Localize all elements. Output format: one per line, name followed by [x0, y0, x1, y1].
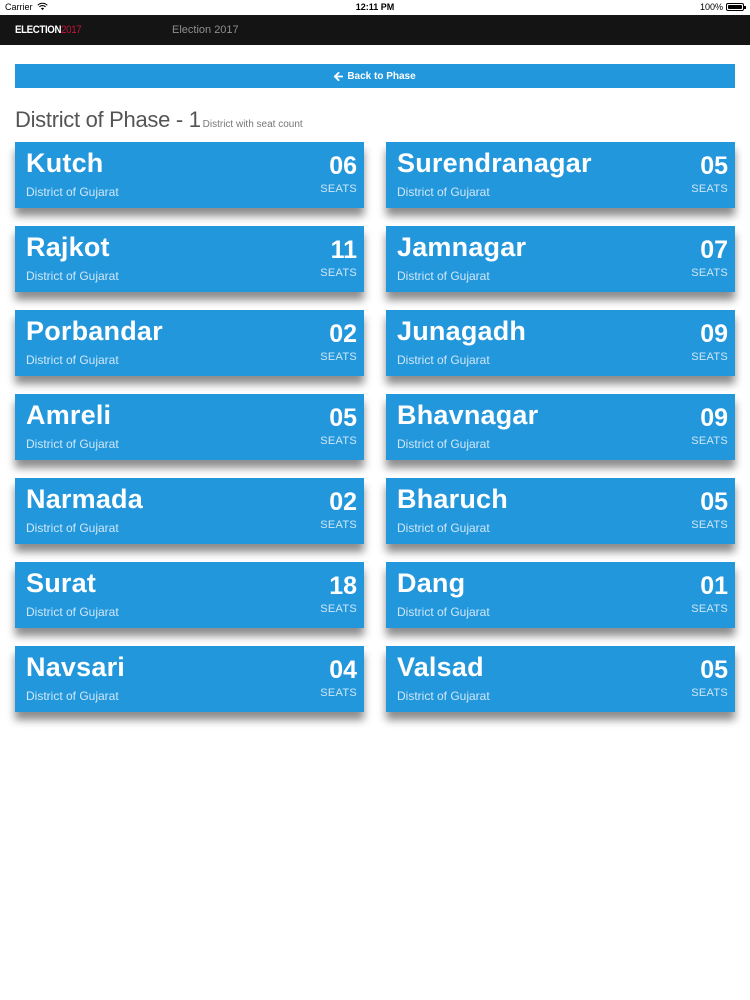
district-name: Rajkot	[26, 232, 110, 262]
district-card[interactable]: Navsari District of Gujarat 04 SEATS	[15, 646, 364, 712]
district-subtitle: District of Gujarat	[397, 689, 490, 703]
seat-unit: SEATS	[691, 183, 728, 195]
seat-unit: SEATS	[320, 267, 357, 279]
brand-year: 2017	[61, 24, 82, 36]
brand-logo[interactable]: ELECTION2017	[15, 24, 82, 36]
seat-count: 09	[700, 320, 728, 348]
status-bar: Carrier 12:11 PM 100%	[0, 0, 750, 15]
seat-unit: SEATS	[320, 603, 357, 615]
district-subtitle: District of Gujarat	[26, 185, 119, 199]
district-card[interactable]: Porbandar District of Gujarat 02 SEATS	[15, 310, 364, 376]
seat-unit: SEATS	[691, 267, 728, 279]
district-card[interactable]: Amreli District of Gujarat 05 SEATS	[15, 394, 364, 460]
seat-count: 11	[330, 236, 357, 264]
arrow-left-icon	[334, 71, 344, 81]
district-name: Jamnagar	[397, 232, 527, 262]
seat-count: 05	[700, 152, 728, 180]
district-name: Amreli	[26, 400, 112, 430]
seat-count: 05	[329, 404, 357, 432]
seat-unit: SEATS	[320, 435, 357, 447]
status-time: 12:11 PM	[355, 2, 395, 12]
district-card[interactable]: Jamnagar District of Gujarat 07 SEATS	[386, 226, 735, 292]
seat-count: 02	[329, 488, 357, 516]
battery-icon	[726, 3, 746, 11]
seat-count: 01	[700, 572, 728, 600]
district-name: Surendranagar	[397, 148, 592, 178]
district-card[interactable]: Bhavnagar District of Gujarat 09 SEATS	[386, 394, 735, 460]
district-subtitle: District of Gujarat	[26, 689, 119, 703]
back-to-phase-button[interactable]: Back to Phase	[15, 64, 735, 88]
brand-prefix: ELECTION	[15, 24, 62, 36]
seat-unit: SEATS	[691, 435, 728, 447]
seat-unit: SEATS	[691, 519, 728, 531]
district-subtitle: District of Gujarat	[397, 185, 490, 199]
district-subtitle: District of Gujarat	[397, 605, 490, 619]
district-name: Bharuch	[397, 484, 508, 514]
seat-count: 05	[700, 656, 728, 684]
battery-indicator: 100%	[699, 2, 746, 12]
district-name: Navsari	[26, 652, 125, 682]
seat-count: 04	[329, 656, 357, 684]
district-subtitle: District of Gujarat	[397, 269, 490, 283]
seat-count: 07	[700, 236, 728, 264]
district-subtitle: District of Gujarat	[26, 353, 119, 367]
district-card[interactable]: Kutch District of Gujarat 06 SEATS	[15, 142, 364, 208]
district-card[interactable]: Dang District of Gujarat 01 SEATS	[386, 562, 735, 628]
seat-unit: SEATS	[320, 687, 357, 699]
district-subtitle: District of Gujarat	[26, 605, 119, 619]
page-subtitle: District with seat count	[202, 119, 303, 130]
seat-unit: SEATS	[691, 603, 728, 615]
navbar: ELECTION2017 Election 2017	[0, 15, 750, 45]
seat-unit: SEATS	[691, 687, 728, 699]
district-grid: Kutch District of Gujarat 06 SEATS Suren…	[15, 142, 735, 712]
district-name: Valsad	[397, 652, 484, 682]
district-subtitle: District of Gujarat	[26, 269, 119, 283]
district-name: Surat	[26, 568, 97, 598]
seat-count: 18	[329, 572, 357, 600]
seat-unit: SEATS	[691, 351, 728, 363]
battery-percent: 100%	[699, 2, 723, 12]
district-card[interactable]: Junagadh District of Gujarat 09 SEATS	[386, 310, 735, 376]
back-button-label: Back to Phase	[347, 70, 416, 82]
district-subtitle: District of Gujarat	[26, 437, 119, 451]
district-card[interactable]: Surat District of Gujarat 18 SEATS	[15, 562, 364, 628]
district-card[interactable]: Rajkot District of Gujarat 11 SEATS	[15, 226, 364, 292]
district-name: Dang	[397, 568, 466, 598]
page-title-text: District of Phase - 1	[15, 107, 201, 132]
district-name: Junagadh	[397, 316, 527, 346]
seat-count: 09	[700, 404, 728, 432]
district-name: Narmada	[26, 484, 143, 514]
district-subtitle: District of Gujarat	[397, 353, 490, 367]
seat-count: 05	[700, 488, 728, 516]
seat-count: 06	[329, 152, 357, 180]
seat-count: 02	[329, 320, 357, 348]
district-name: Porbandar	[26, 316, 163, 346]
seat-unit: SEATS	[320, 519, 357, 531]
district-card[interactable]: Surendranagar District of Gujarat 05 SEA…	[386, 142, 735, 208]
page-title: District of Phase - 1 District with seat …	[15, 107, 303, 133]
seat-unit: SEATS	[320, 183, 357, 195]
district-subtitle: District of Gujarat	[397, 521, 490, 535]
district-name: Kutch	[26, 148, 104, 178]
district-card[interactable]: Valsad District of Gujarat 05 SEATS	[386, 646, 735, 712]
district-subtitle: District of Gujarat	[397, 437, 490, 451]
district-subtitle: District of Gujarat	[26, 521, 119, 535]
seat-unit: SEATS	[320, 351, 357, 363]
nav-link-election[interactable]: Election 2017	[172, 24, 239, 36]
district-name: Bhavnagar	[397, 400, 539, 430]
district-card[interactable]: Narmada District of Gujarat 02 SEATS	[15, 478, 364, 544]
district-card[interactable]: Bharuch District of Gujarat 05 SEATS	[386, 478, 735, 544]
